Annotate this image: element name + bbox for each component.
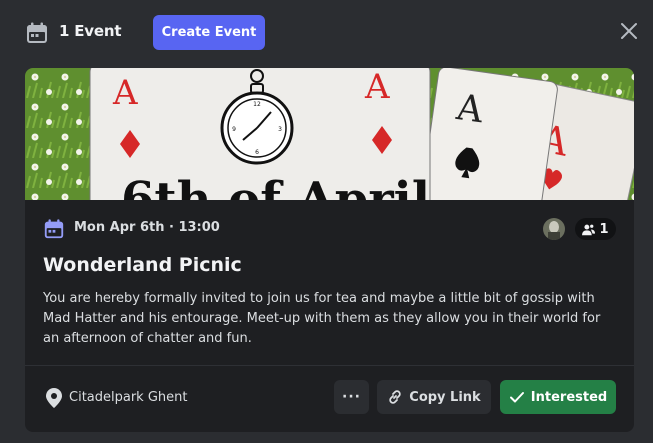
svg-text:6: 6	[255, 149, 259, 156]
banner-date-text: 6th of April	[121, 172, 430, 200]
interested-count: 1	[599, 221, 609, 237]
location-pin-icon	[46, 388, 62, 408]
interested-count-badge: 1	[575, 218, 616, 240]
svg-text:3: 3	[278, 126, 282, 133]
event-card[interactable]: A A A A 12 3 69 6th of April Mon Apr 6th…	[25, 68, 634, 432]
copy-link-button[interactable]: Copy Link	[377, 380, 491, 414]
users-icon	[582, 224, 596, 235]
event-count: 1 Event	[59, 22, 122, 40]
link-icon	[389, 390, 401, 404]
event-title: Wonderland Picnic	[43, 254, 242, 276]
event-description: You are hereby formally invited to join …	[43, 291, 601, 346]
svg-text:9: 9	[232, 126, 236, 133]
interested-label: Interested	[530, 389, 608, 405]
checkmark-icon	[509, 392, 524, 403]
interested-button[interactable]: Interested	[500, 380, 616, 414]
avatar[interactable]	[543, 218, 565, 240]
event-date-row: Mon Apr 6th · 13:00 1	[25, 200, 634, 248]
more-options-button[interactable]: ···	[334, 380, 369, 414]
event-banner-image: A A A A 12 3 69 6th of April	[25, 68, 634, 200]
banner-card-rank-right: A	[364, 68, 390, 107]
calendar-icon	[44, 219, 64, 239]
event-location: Citadelpark Ghent	[69, 390, 188, 405]
calendar-icon	[27, 22, 47, 43]
more-options-label: ···	[342, 389, 361, 405]
event-date-time: Mon Apr 6th · 13:00	[74, 220, 220, 235]
close-icon[interactable]	[617, 19, 641, 43]
svg-text:12: 12	[253, 101, 261, 108]
modal-header: 1 Event Create Event	[0, 0, 653, 64]
copy-link-label: Copy Link	[409, 389, 481, 405]
banner-card-rank-left: A	[112, 73, 138, 113]
create-event-button[interactable]: Create Event	[153, 15, 265, 50]
divider	[25, 365, 634, 366]
